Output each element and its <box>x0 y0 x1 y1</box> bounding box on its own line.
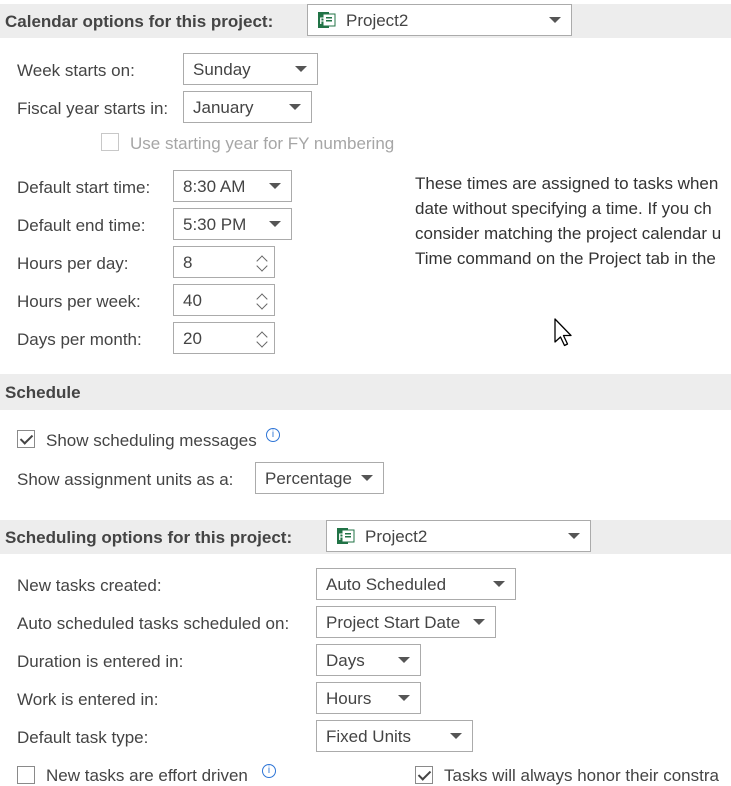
calendar-project-select[interactable]: P Project2 <box>307 4 572 36</box>
days-per-month-value: 20 <box>183 329 202 348</box>
mouse-cursor-icon <box>554 318 572 347</box>
info-icon[interactable]: i <box>266 428 280 442</box>
svg-text:P: P <box>339 532 345 542</box>
task-type-value: Fixed Units <box>326 727 412 746</box>
chevron-down-icon <box>398 657 410 663</box>
default-start-value: 8:30 AM <box>183 177 246 196</box>
week-starts-select[interactable]: Sunday <box>183 53 318 85</box>
default-end-value: 5:30 PM <box>183 215 247 234</box>
days-per-month-spinner[interactable]: 20 <box>173 322 275 354</box>
duration-label: Duration is entered in: <box>17 652 184 671</box>
new-tasks-label: New tasks created: <box>17 576 162 595</box>
hours-per-day-spinner[interactable]: 8 <box>173 246 275 278</box>
note-line: These times are assigned to tasks when <box>415 174 719 193</box>
task-type-select[interactable]: Fixed Units <box>316 720 473 752</box>
note-line: date without specifying a time. If you c… <box>415 199 712 218</box>
checkmark-icon <box>19 431 34 445</box>
calendar-project-value: Project2 <box>346 11 409 30</box>
honor-constraints-checkbox[interactable] <box>415 766 433 784</box>
default-end-select[interactable]: 5:30 PM <box>173 208 292 240</box>
week-starts-value: Sunday <box>193 60 251 79</box>
default-start-label: Default start time: <box>17 178 151 197</box>
assignment-units-value: Percentage <box>265 469 352 488</box>
fy-numbering-checkbox[interactable] <box>101 133 119 151</box>
auto-scheduled-value: Project Start Date <box>326 613 461 632</box>
project-file-icon: P <box>337 528 355 544</box>
duration-value: Days <box>326 651 365 670</box>
chevron-down-icon <box>295 66 307 72</box>
default-end-label: Default end time: <box>17 216 146 235</box>
scheduling-project-select[interactable]: P Project2 <box>326 520 591 552</box>
chevron-down-icon <box>269 221 281 227</box>
chevron-down-icon <box>289 104 301 110</box>
fiscal-year-label: Fiscal year starts in: <box>17 99 169 118</box>
info-icon[interactable]: i <box>262 764 276 778</box>
note-line: Time command on the Project tab in the <box>415 249 716 268</box>
effort-driven-checkbox[interactable] <box>17 766 35 784</box>
duration-select[interactable]: Days <box>316 644 421 676</box>
note-line: consider matching the project calendar u <box>415 224 722 243</box>
schedule-header: Schedule <box>5 383 81 402</box>
hours-per-week-spinner[interactable]: 40 <box>173 284 275 316</box>
project-file-icon: P <box>318 12 336 28</box>
chevron-down-icon <box>361 475 373 481</box>
chevron-down-icon <box>549 17 561 23</box>
svg-text:P: P <box>320 16 326 26</box>
effort-driven-label: New tasks are effort driven <box>46 766 248 785</box>
task-type-label: Default task type: <box>17 728 149 747</box>
default-start-select[interactable]: 8:30 AM <box>173 170 292 202</box>
checkmark-icon <box>417 767 432 781</box>
week-starts-label: Week starts on: <box>17 61 135 80</box>
new-tasks-select[interactable]: Auto Scheduled <box>316 568 516 600</box>
calendar-options-header: Calendar options for this project: <box>5 12 274 31</box>
honor-constraints-label: Tasks will always honor their constra <box>444 766 719 785</box>
scheduling-options-header: Scheduling options for this project: <box>5 528 293 547</box>
calendar-note: These times are assigned to tasks when d… <box>415 171 731 281</box>
chevron-down-icon <box>269 183 281 189</box>
scheduling-project-value: Project2 <box>365 527 428 546</box>
chevron-down-icon <box>568 533 580 539</box>
hours-per-day-value: 8 <box>183 253 193 272</box>
hours-per-week-label: Hours per week: <box>17 292 141 311</box>
auto-scheduled-select[interactable]: Project Start Date <box>316 606 496 638</box>
fy-numbering-label: Use starting year for FY numbering <box>130 134 395 153</box>
hours-per-week-value: 40 <box>183 291 202 310</box>
show-messages-checkbox[interactable] <box>17 430 35 448</box>
schedule-header-band <box>0 374 731 410</box>
work-select[interactable]: Hours <box>316 682 421 714</box>
days-per-month-label: Days per month: <box>17 330 142 349</box>
work-value: Hours <box>326 689 372 708</box>
chevron-down-icon <box>493 581 505 587</box>
assignment-units-select[interactable]: Percentage <box>255 462 384 494</box>
fiscal-year-select[interactable]: January <box>183 91 312 123</box>
show-messages-label: Show scheduling messages <box>46 431 257 450</box>
assignment-units-label: Show assignment units as a: <box>17 470 234 489</box>
hours-per-day-label: Hours per day: <box>17 254 129 273</box>
auto-scheduled-label: Auto scheduled tasks scheduled on: <box>17 614 290 633</box>
chevron-down-icon <box>398 695 410 701</box>
chevron-down-icon <box>450 733 462 739</box>
fiscal-year-value: January <box>193 98 254 117</box>
chevron-down-icon <box>473 619 485 625</box>
new-tasks-value: Auto Scheduled <box>326 575 447 594</box>
work-label: Work is entered in: <box>17 690 159 709</box>
